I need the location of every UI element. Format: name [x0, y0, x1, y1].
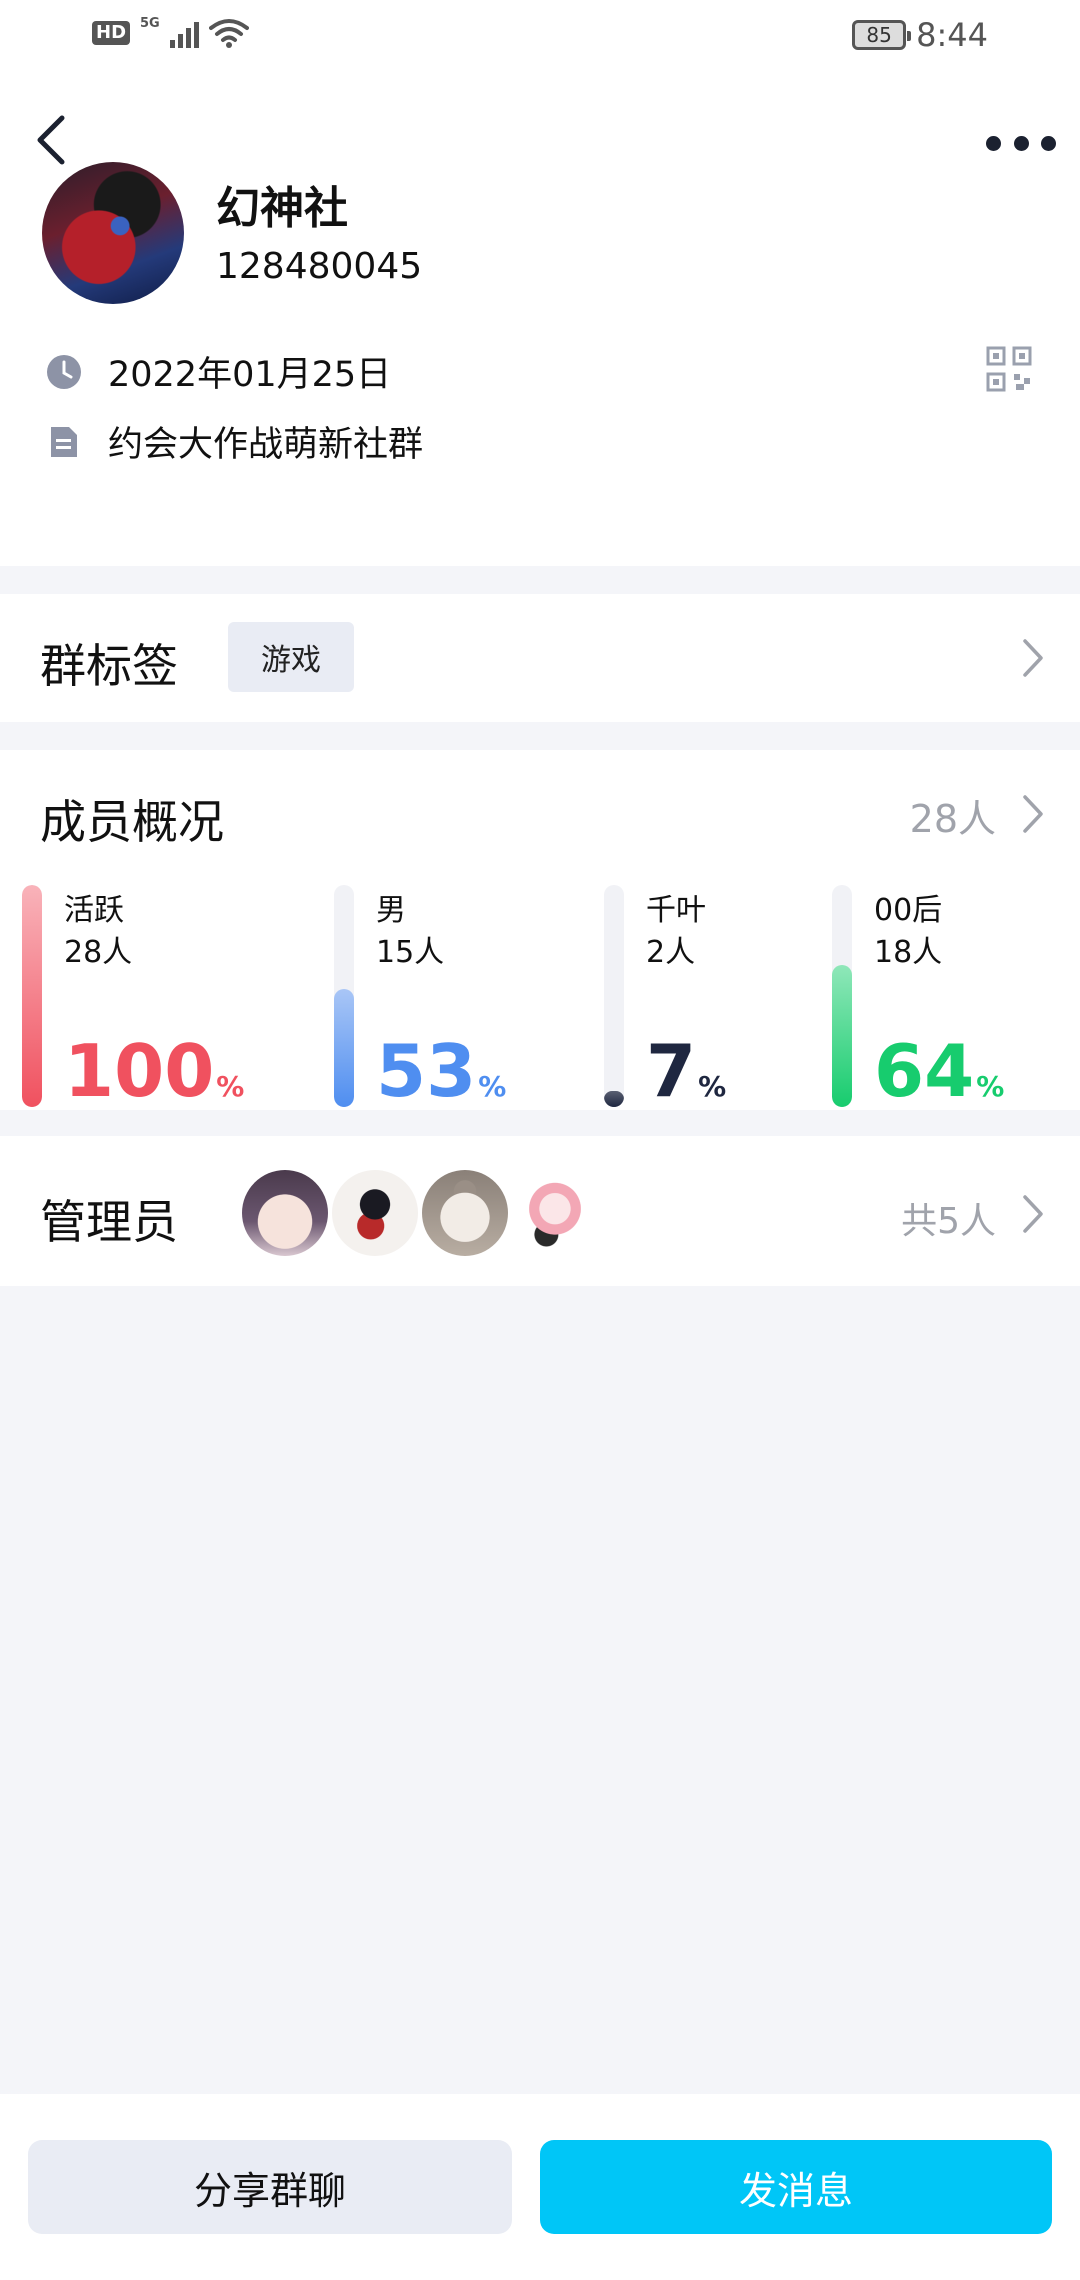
stat-percent-value: 64: [874, 1029, 975, 1113]
stat-label: 活跃: [64, 893, 124, 928]
group-description: 约会大作战萌新社群: [108, 425, 424, 465]
network-type: 5G: [140, 15, 160, 31]
clock: 8:44: [916, 16, 988, 54]
stat-percent: 53%: [376, 1035, 506, 1123]
stat-label: 00后: [874, 893, 943, 928]
signal-icon: [169, 18, 199, 48]
stat-count: 18人: [874, 935, 943, 970]
hd-badge: HD: [92, 21, 131, 45]
tag-chip: 游戏: [228, 622, 354, 692]
stat-percent-value: 7: [646, 1029, 697, 1113]
members-overview[interactable]: 成员概况 28人 活跃 28人 100% 男 15人 53% 千叶 2人 7% …: [0, 750, 1080, 1110]
description-row: 约会大作战萌新社群: [44, 416, 423, 467]
more-button[interactable]: [986, 128, 1056, 158]
battery-level: 85: [866, 23, 892, 47]
chevron-right-icon: [1023, 1195, 1043, 1233]
percent-sign: %: [478, 1070, 507, 1103]
document-icon: [44, 422, 84, 462]
stat-bar-track: [832, 885, 852, 1107]
more-dot: [1041, 135, 1056, 151]
stat-count: 28人: [64, 935, 133, 970]
group-header: [0, 72, 1080, 566]
admin-avatar[interactable]: [422, 1170, 508, 1256]
chevron-left-icon: [37, 115, 65, 165]
share-group-button[interactable]: 分享群聊: [28, 2140, 512, 2234]
admin-avatar[interactable]: [242, 1170, 328, 1256]
chevron-right-icon: [1023, 795, 1043, 833]
created-date-row: 2022年01月25日: [44, 346, 391, 397]
send-message-button[interactable]: 发消息: [540, 2140, 1052, 2234]
wifi-icon: [208, 19, 249, 48]
stat-bar-track: [604, 885, 624, 1107]
members-title: 成员概况: [40, 795, 224, 849]
more-dot: [1013, 135, 1029, 151]
status-left: HD 5G: [92, 15, 249, 48]
stat-bar-track: [22, 885, 42, 1107]
members-count: 28人: [909, 797, 996, 841]
stat-percent-value: 53: [376, 1029, 477, 1113]
admins-total: 共5人: [901, 1201, 996, 1242]
stat-bar-fill: [604, 1091, 624, 1107]
admins-row[interactable]: 管理员 共5人: [0, 1136, 1080, 1286]
stat-count: 15人: [376, 935, 445, 970]
created-date: 2022年01月25日: [108, 355, 392, 395]
group-id: 128480045: [216, 246, 423, 287]
stat-bar-fill: [22, 885, 42, 1107]
battery-icon: 85: [852, 20, 912, 50]
admin-avatars: [242, 1170, 598, 1256]
stat-bar-track: [334, 885, 354, 1107]
stat-bar-fill: [832, 965, 852, 1107]
stat-percent: 7%: [646, 1035, 726, 1123]
percent-sign: %: [216, 1070, 245, 1103]
status-right: 85 8:44: [852, 16, 988, 54]
qr-code-icon[interactable]: [986, 346, 1032, 392]
chevron-right-icon: [1023, 639, 1043, 677]
admin-avatar[interactable]: [332, 1170, 418, 1256]
stat-percent: 100%: [64, 1035, 244, 1123]
stat-label: 千叶: [646, 893, 706, 928]
admin-avatar[interactable]: [512, 1170, 598, 1256]
clock-icon: [44, 352, 84, 392]
bottom-action-bar: 分享群聊 发消息: [0, 2094, 1080, 2280]
stat-percent: 64%: [874, 1035, 1004, 1123]
group-tags-row[interactable]: 群标签 游戏: [0, 594, 1080, 722]
percent-sign: %: [698, 1070, 727, 1103]
status-bar: HD 5G 85 8:44: [0, 0, 1080, 72]
tags-title: 群标签: [40, 639, 178, 693]
group-avatar[interactable]: [42, 162, 184, 304]
admins-title: 管理员: [40, 1195, 178, 1249]
percent-sign: %: [976, 1070, 1005, 1103]
group-name: 幻神社: [216, 183, 348, 234]
stat-bar-fill: [334, 989, 354, 1107]
stat-label: 男: [376, 893, 406, 928]
more-dot: [986, 135, 1001, 151]
stat-percent-value: 100: [64, 1029, 215, 1113]
back-button[interactable]: [36, 110, 80, 170]
stat-count: 2人: [646, 935, 696, 970]
